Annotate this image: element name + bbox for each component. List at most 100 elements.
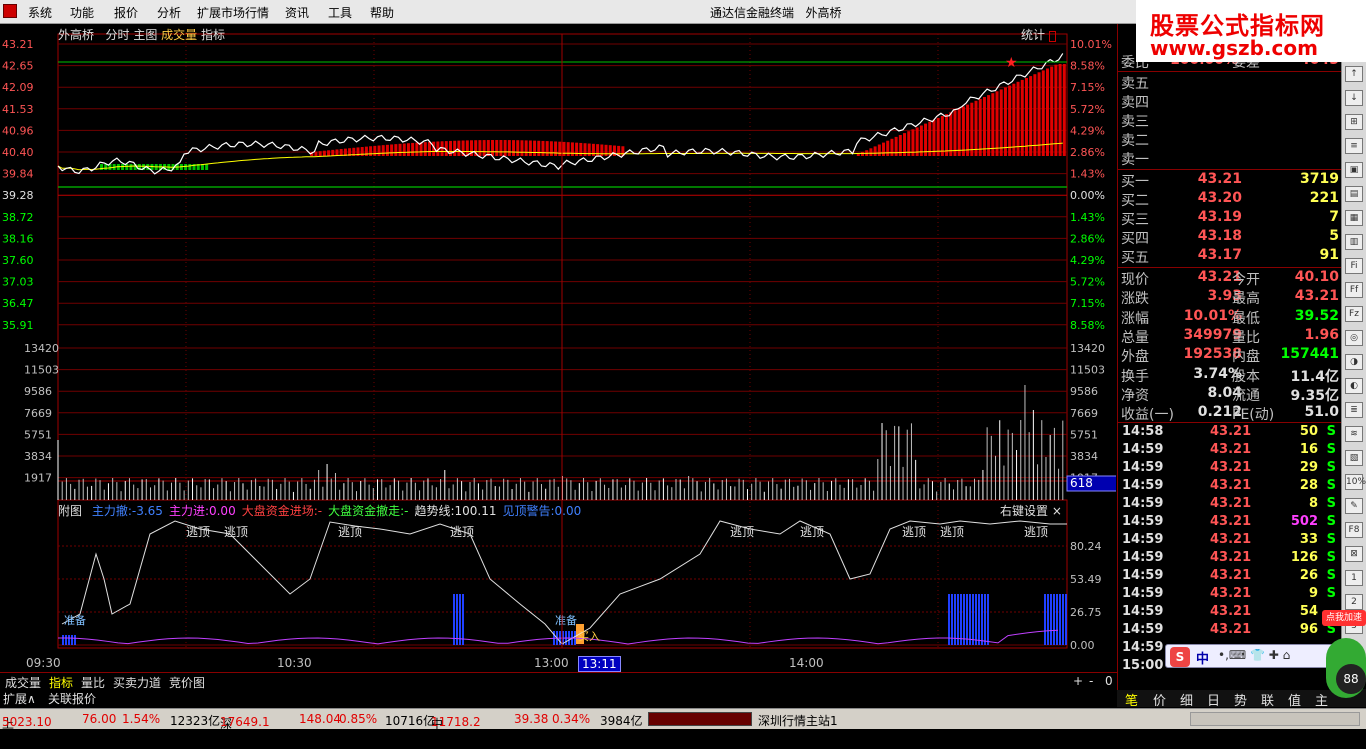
signal-bar (1056, 594, 1058, 645)
speedup-widget[interactable]: 点我加速 88 (1322, 610, 1366, 705)
strength-bar (1041, 70, 1045, 156)
signal-bar (1059, 594, 1061, 645)
rtab-trend[interactable]: 势 (1234, 690, 1247, 709)
strength-bar (1020, 79, 1024, 156)
strength-bar (1054, 64, 1058, 156)
watermark-logo: 股票公式指标网 www.gszb.com (1136, 0, 1366, 62)
toolbar-button[interactable]: Fz (1345, 306, 1363, 322)
toolbar-button[interactable]: 1 (1345, 570, 1363, 586)
rtab-daily[interactable]: 日 (1207, 690, 1220, 709)
toolbar-button[interactable]: ◎ (1345, 330, 1363, 346)
toolbar-button[interactable]: ▤ (1345, 186, 1363, 202)
sell-level-row[interactable]: 卖三 (1118, 111, 1342, 130)
toolbar-button[interactable]: ⊠ (1345, 546, 1363, 562)
zoom-out-button[interactable]: - (1086, 674, 1096, 688)
price-axis-label: 39.84 (2, 168, 34, 181)
sell-level-row[interactable]: 卖一 (1118, 149, 1342, 168)
buy-level-row[interactable]: 买三 43.19 7 (1118, 209, 1342, 228)
zoom-in-button[interactable]: + (1070, 674, 1086, 688)
right-toolbar: ↑ ↓ ⊞ ≡ ▣ ▤ ▦ ▥ Fi Ff Fz ◎ ◑ ◐ ≣ ≋ ▧ 10% ✎ F8 ⊠ 1 2 3 (1341, 62, 1366, 662)
toolbar-button[interactable]: ⊞ (1345, 114, 1363, 130)
menu-quote[interactable]: 报价 (114, 4, 138, 21)
right-click-settings[interactable]: 右键设置 × (1000, 502, 1062, 519)
price-axis-label: 43.21 (2, 38, 34, 51)
sub-axis-label: 53.49 (1070, 573, 1102, 586)
tab-indicator[interactable]: 指标 (201, 28, 225, 42)
signal-bar (975, 594, 977, 645)
strength-bar (1029, 76, 1033, 156)
rtab-price[interactable]: 价 (1153, 690, 1166, 709)
buy-level-row[interactable]: 买五 43.17 91 (1118, 247, 1342, 266)
price-axis-label: 37.60 (2, 254, 34, 267)
tab-volume[interactable]: 成交量 (161, 28, 197, 42)
chart-canvas[interactable]: ★ 逃顶 逃顶 逃顶 逃顶 逃顶 逃顶 逃顶 逃顶 逃顶准备 准备买入 43.21 10.01%42… (0, 24, 1116, 656)
toolbar-button[interactable]: ↓ (1345, 90, 1363, 106)
toolbar-button[interactable]: ≋ (1345, 426, 1363, 442)
strength-bar (877, 144, 881, 156)
price-axis-label: 40.96 (2, 124, 34, 137)
tab-main-chart[interactable]: 主图 (133, 28, 157, 42)
ext-tabs: 扩展∧ 关联报价 (0, 689, 1117, 707)
toolbar-button[interactable]: ≡ (1345, 138, 1363, 154)
chart-mode[interactable]: 分时 (105, 28, 129, 42)
pct-axis-label: 5.72% (1070, 103, 1105, 116)
buy-level-row[interactable]: 买四 43.18 5 (1118, 228, 1342, 247)
pct-axis-label: 10.01% (1070, 38, 1112, 51)
strength-bar (491, 140, 495, 156)
toolbar-button[interactable]: ✎ (1345, 498, 1363, 514)
menu-system[interactable]: 系统 (28, 4, 52, 21)
strength-bar (554, 141, 558, 156)
strength-bar (957, 108, 961, 156)
menu-news[interactable]: 资讯 (285, 4, 309, 21)
toolbar-button[interactable]: ≣ (1345, 402, 1363, 418)
rtab-trades[interactable]: 笔 (1125, 690, 1138, 709)
rtab-value[interactable]: 值 (1288, 690, 1301, 709)
tick-row: 14:59 43.21 33 S (1122, 532, 1336, 547)
toolbar-button[interactable]: ▥ (1345, 234, 1363, 250)
toolbar-button[interactable]: 2 (1345, 594, 1363, 610)
strength-bar (545, 141, 549, 156)
stat-button[interactable]: 统计 (1021, 26, 1056, 43)
sell-level-row[interactable]: 卖五 (1118, 73, 1342, 92)
ime-chinese-toggle[interactable]: 中 (1196, 648, 1209, 667)
stat-row: 涨跌 3.93 最高 43.21 (1121, 288, 1339, 308)
strength-bar (549, 141, 553, 156)
sell-level-row[interactable]: 卖二 (1118, 130, 1342, 149)
strength-bar (528, 140, 532, 156)
intraday-chart[interactable]: ★ 逃顶 逃顶 逃顶 逃顶 逃顶 逃顶 逃顶 逃顶 逃顶 准备 准备 买入 43.21 10.01% 42… (0, 24, 1116, 656)
index-zx-change: 39.38 (514, 712, 549, 726)
toolbar-button[interactable]: 10% (1345, 474, 1366, 490)
sell-level-row[interactable]: 卖四 (1118, 92, 1342, 111)
strength-bar (600, 144, 604, 156)
speedup-label[interactable]: 点我加速 (1322, 610, 1366, 626)
index-sh-change: 76.00 (82, 712, 117, 726)
reset-button[interactable]: 0 (1102, 674, 1116, 688)
strength-bar (453, 140, 457, 156)
menu-ext-market[interactable]: 扩展市场行情 (197, 4, 269, 21)
toolbar-button[interactable]: ◐ (1345, 378, 1363, 394)
rtab-detail[interactable]: 细 (1180, 690, 1193, 709)
toolbar-button[interactable]: ↑ (1345, 66, 1363, 82)
menu-function[interactable]: 功能 (70, 4, 94, 21)
toolbar-button[interactable]: F8 (1345, 522, 1363, 538)
tab-related-quotes[interactable]: 关联报价 (48, 690, 96, 707)
rtab-linked[interactable]: 联 (1261, 690, 1274, 709)
toolbar-button[interactable]: Ff (1345, 282, 1363, 298)
ime-toolbar[interactable]: S 中 •,⌨ 👕 ✚ ⌂ (1165, 644, 1335, 668)
app-logo-icon (3, 4, 17, 18)
tab-extend[interactable]: 扩展∧ (3, 690, 36, 707)
ime-tool-icons[interactable]: •,⌨ 👕 ✚ ⌂ (1218, 648, 1290, 662)
menu-tools[interactable]: 工具 (328, 4, 352, 21)
price-axis-label: 42.09 (2, 81, 34, 94)
sogou-icon[interactable]: S (1170, 647, 1190, 667)
buy-level-row[interactable]: 买一 43.21 3719 (1118, 171, 1342, 190)
price-axis-label: 41.53 (2, 103, 34, 116)
menu-analysis[interactable]: 分析 (157, 4, 181, 21)
toolbar-button[interactable]: ▣ (1345, 162, 1363, 178)
toolbar-button[interactable]: ◑ (1345, 354, 1363, 370)
toolbar-button[interactable]: ▦ (1345, 210, 1363, 226)
menu-help[interactable]: 帮助 (370, 4, 394, 21)
buy-level-row[interactable]: 买二 43.20 221 (1118, 190, 1342, 209)
toolbar-button[interactable]: Fi (1345, 258, 1363, 274)
toolbar-button[interactable]: ▧ (1345, 450, 1363, 466)
